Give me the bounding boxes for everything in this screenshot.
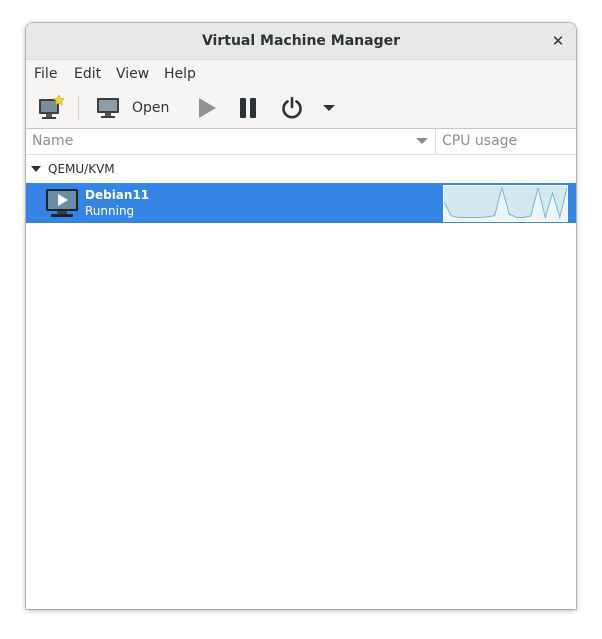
menu-bar: File Edit View Help: [26, 60, 576, 88]
menu-help[interactable]: Help: [164, 60, 196, 88]
column-header-name[interactable]: Name: [32, 129, 73, 153]
menu-edit[interactable]: Edit: [74, 60, 101, 88]
cpu-usage-graph: [443, 185, 568, 222]
connection-row-qemu[interactable]: QEMU/KVM: [26, 155, 576, 183]
column-header-cpu[interactable]: CPU usage: [442, 129, 517, 153]
close-button[interactable]: ✕: [546, 29, 570, 53]
menu-view[interactable]: View: [116, 60, 149, 88]
sort-arrow-icon[interactable]: [416, 138, 428, 144]
shutdown-button[interactable]: [276, 88, 308, 128]
power-icon: [282, 96, 302, 119]
connection-label: QEMU/KVM: [48, 162, 115, 176]
expander-arrow-icon[interactable]: [31, 166, 41, 172]
close-icon: ✕: [551, 32, 565, 50]
pause-button[interactable]: [232, 88, 264, 128]
dropdown-arrow-icon: [323, 105, 335, 111]
toolbar: Open: [26, 88, 576, 129]
vm-row-debian11[interactable]: Debian11 Running: [26, 183, 576, 223]
toolbar-separator: [78, 95, 79, 121]
shutdown-menu-button[interactable]: [318, 88, 340, 128]
pause-icon: [240, 98, 256, 118]
vm-running-icon: [46, 189, 78, 217]
main-window: Virtual Machine Manager ✕ File Edit View…: [26, 23, 576, 609]
title-bar[interactable]: Virtual Machine Manager ✕: [26, 23, 576, 60]
play-icon: [199, 98, 216, 118]
menu-file[interactable]: File: [34, 60, 57, 88]
run-button[interactable]: [190, 88, 222, 128]
vm-name: Debian11: [85, 188, 150, 202]
open-button[interactable]: Open: [88, 88, 172, 128]
new-vm-icon: [39, 95, 65, 119]
window-title: Virtual Machine Manager: [201, 33, 401, 49]
list-header: Name CPU usage: [26, 129, 576, 155]
column-divider[interactable]: [435, 129, 436, 154]
open-button-label: Open: [132, 100, 170, 116]
vm-status: Running: [85, 204, 135, 218]
new-vm-button[interactable]: [34, 88, 70, 128]
monitor-icon: [97, 98, 119, 118]
